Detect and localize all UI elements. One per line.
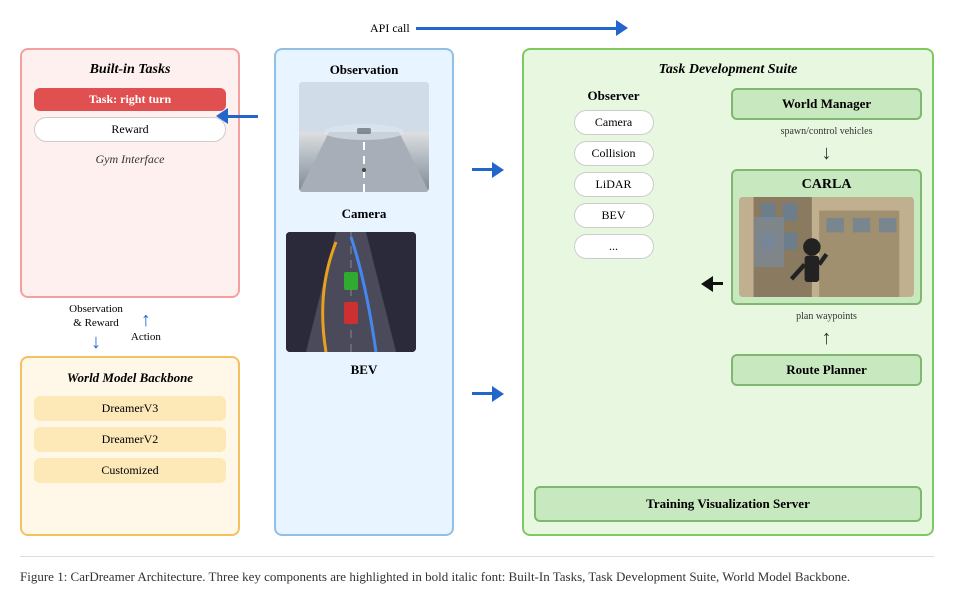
- built-in-tasks-title: Built-in Tasks: [34, 62, 226, 78]
- obs-reward-action-arrows: Observation& Reward ↓ ↑ Action: [20, 298, 210, 356]
- reward-label: Reward: [34, 117, 226, 142]
- bev-observer-item: BEV: [574, 203, 654, 228]
- training-viz-box: Training Visualization Server: [534, 486, 922, 522]
- task-right-turn-label: Task: right turn: [34, 88, 226, 111]
- api-call-label: API call: [370, 21, 410, 36]
- spawn-label: spawn/control vehicles: [781, 126, 873, 137]
- more-observer-item: ...: [574, 234, 654, 259]
- obs-reward-text: Observation& Reward: [69, 302, 123, 331]
- world-col: World Manager spawn/control vehicles ↓ C…: [731, 88, 922, 480]
- spawn-arrow: ↓: [822, 143, 832, 163]
- camera-label: Camera: [286, 206, 442, 222]
- main-diagram: Built-in Tasks Task: right turn Reward G…: [20, 48, 934, 536]
- dreamer-v2-item: DreamerV2: [34, 427, 226, 452]
- obs-reward-arrow: ↓: [91, 332, 101, 352]
- left-center-arrows: [216, 48, 258, 536]
- dreamer-v3-item: DreamerV3: [34, 396, 226, 421]
- observation-image: [299, 82, 429, 192]
- task-dev-title: Task Development Suite: [534, 62, 922, 78]
- diagram-container: API call Built-in Tasks Task: right turn…: [20, 20, 934, 587]
- center-right-arrows: [470, 48, 506, 536]
- plan-label: plan waypoints: [796, 311, 857, 322]
- world-model-backbone-box: World Model Backbone DreamerV3 DreamerV2…: [20, 356, 240, 536]
- carla-box: CARLA: [731, 169, 922, 305]
- world-model-title: World Model Backbone: [34, 370, 226, 386]
- route-planner-box: Route Planner: [731, 354, 922, 386]
- customized-item: Customized: [34, 458, 226, 483]
- figure-caption: Figure 1: CarDreamer Architecture. Three…: [20, 556, 934, 588]
- task-dev-inner: Observer Camera Collision LiDAR BEV ... …: [534, 88, 922, 480]
- action-text: Action: [131, 331, 161, 343]
- carla-image: [739, 197, 914, 297]
- observer-title: Observer: [588, 88, 640, 104]
- action-arrow: ↑: [141, 310, 151, 330]
- bev-label: BEV: [286, 362, 442, 378]
- observer-col: Observer Camera Collision LiDAR BEV ...: [534, 88, 693, 480]
- task-dev-suite-box: Task Development Suite Observer Camera C…: [522, 48, 934, 536]
- gym-interface-label: Gym Interface: [34, 152, 226, 167]
- lidar-observer-item: LiDAR: [574, 172, 654, 197]
- observation-label: Observation: [330, 62, 399, 78]
- plan-arrow: ↑: [822, 328, 832, 348]
- camera-observer-item: Camera: [574, 110, 654, 135]
- collision-observer-item: Collision: [574, 141, 654, 166]
- carla-to-observer-arrow: [701, 276, 723, 292]
- center-panel: Observation: [274, 48, 454, 536]
- built-in-tasks-box: Built-in Tasks Task: right turn Reward G…: [20, 48, 240, 298]
- bev-image: [286, 232, 416, 352]
- observation-section: Observation: [286, 62, 442, 192]
- left-section: Built-in Tasks Task: right turn Reward G…: [20, 48, 210, 536]
- world-manager-box: World Manager: [731, 88, 922, 120]
- carla-title: CARLA: [739, 177, 914, 193]
